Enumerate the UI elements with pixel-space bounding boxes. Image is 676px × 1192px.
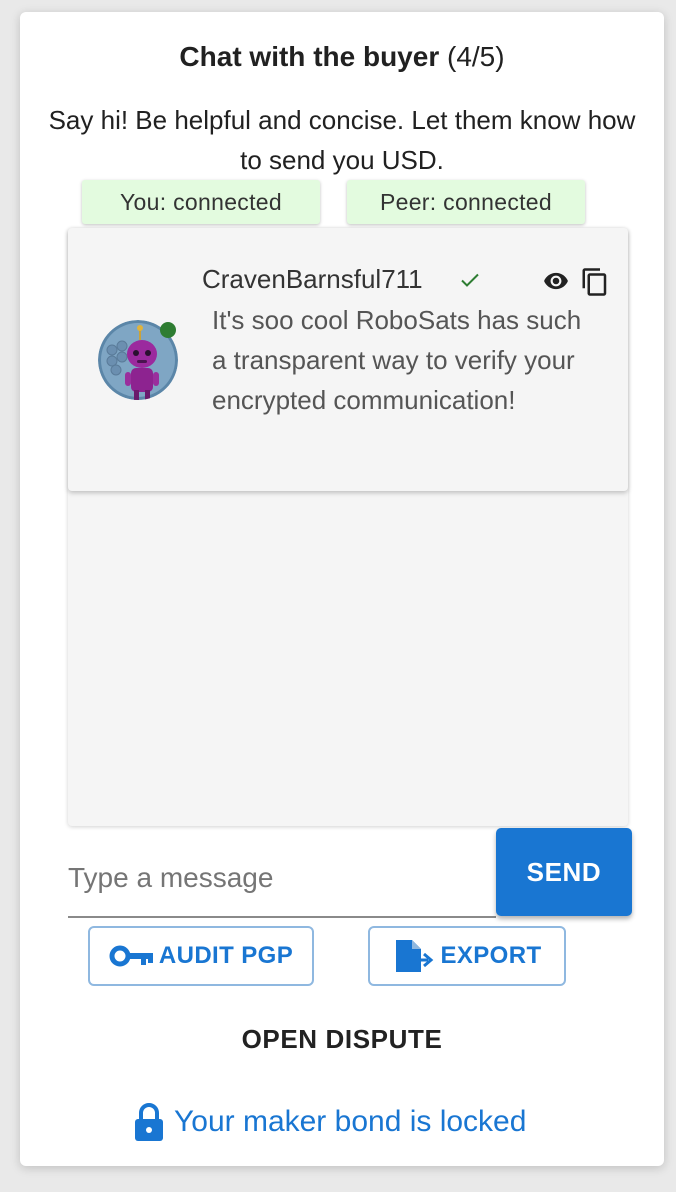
message-card: CravenBarnsful711 It's soo cool RoboSats…	[68, 228, 628, 491]
export-label: EXPORT	[440, 942, 542, 969]
audit-pgp-label: AUDIT PGP	[158, 942, 294, 969]
self-connection-status: You: connected	[82, 180, 320, 224]
copy-icon[interactable]	[580, 266, 610, 303]
peer-connection-status: Peer: connected	[347, 180, 585, 224]
audit-pgp-button[interactable]: AUDIT PGP	[88, 926, 314, 986]
export-button[interactable]: EXPORT	[368, 926, 566, 986]
message-input[interactable]	[68, 848, 496, 908]
page-title: Chat with the buyer (4/5)	[20, 40, 664, 74]
file-export-icon	[392, 938, 436, 974]
send-button[interactable]: SEND	[496, 828, 632, 916]
online-indicator	[160, 322, 176, 338]
chat-card: Chat with the buyer (4/5) Say hi! Be hel…	[20, 12, 664, 1166]
step-counter: (4/5)	[447, 41, 505, 72]
check-icon	[456, 268, 484, 297]
title-text: Chat with the buyer	[179, 41, 440, 72]
eye-icon[interactable]	[540, 268, 572, 299]
bond-status-link[interactable]: Your maker bond is locked	[132, 1100, 526, 1144]
key-icon	[109, 942, 155, 970]
message-text: It's soo cool RoboSats has such a transp…	[212, 305, 582, 415]
message-list[interactable]: CravenBarnsful711 It's soo cool RoboSats…	[68, 228, 628, 826]
peer-nickname: CravenBarnsful711	[202, 264, 423, 294]
chat-instructions: Say hi! Be helpful and concise. Let them…	[48, 105, 636, 175]
open-dispute-button[interactable]: OPEN DISPUTE	[20, 1024, 664, 1055]
bond-status-text: Your maker bond is locked	[174, 1105, 527, 1138]
lock-icon	[132, 1102, 166, 1142]
message-input-field	[68, 848, 496, 918]
